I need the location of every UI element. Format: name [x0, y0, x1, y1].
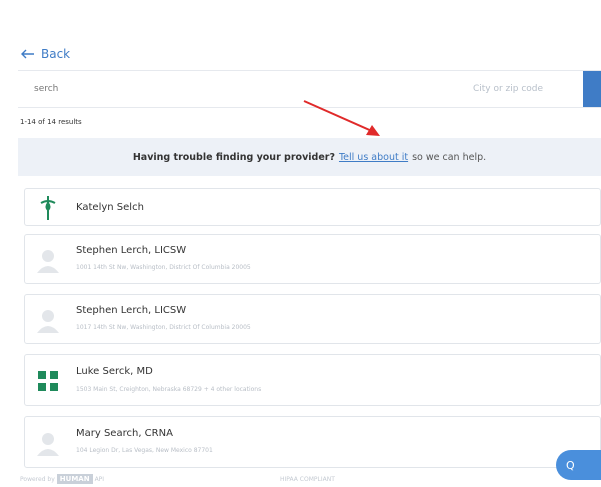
brand-suffix: API — [94, 475, 105, 483]
provider-card[interactable]: Luke Serck, MD 1503 Main St, Creighton, … — [24, 354, 601, 406]
person-avatar-icon — [35, 307, 61, 333]
powered-by-text: Powered by — [20, 475, 55, 483]
search-input[interactable] — [34, 80, 394, 98]
provider-address: 1503 Main St, Creighton, Nebraska 68729 … — [76, 386, 262, 393]
back-label: Back — [41, 47, 71, 61]
provider-address: 1017 14th St Nw, Washington, District Of… — [76, 324, 251, 331]
back-link[interactable]: Back — [20, 47, 70, 61]
green-clinic-logo-icon — [35, 368, 61, 394]
red-annotation-arrow — [303, 100, 380, 136]
green-cross-logo-icon — [35, 195, 61, 221]
chat-bubble-icon: Q — [566, 458, 575, 472]
provider-card[interactable]: Mary Search, CRNA 104 Legion Dr, Las Veg… — [24, 416, 601, 468]
provider-name: Stephen Lerch, LICSW — [76, 305, 187, 316]
results-count: 1-14 of 14 results — [20, 118, 82, 126]
brand-logo: HUMAN — [56, 474, 93, 484]
provider-name: Katelyn Selch — [76, 202, 144, 213]
chat-button[interactable]: Q — [556, 450, 601, 480]
banner-suffix: so we can help. — [412, 151, 487, 163]
banner-question: Having trouble finding your provider? — [132, 151, 335, 163]
person-avatar-icon — [35, 247, 61, 273]
search-button[interactable] — [583, 71, 601, 107]
trouble-banner: Having trouble finding your provider? Te… — [18, 138, 601, 176]
zip-input[interactable] — [438, 80, 578, 98]
provider-name: Luke Serck, MD — [76, 366, 153, 377]
person-avatar-icon — [35, 430, 61, 456]
provider-name: Mary Search, CRNA — [76, 428, 173, 439]
powered-by: Powered by HUMAN API — [20, 474, 104, 484]
provider-card[interactable]: Stephen Lerch, LICSW 1017 14th St Nw, Wa… — [24, 294, 601, 344]
provider-address: 104 Legion Dr, Las Vegas, New Mexico 877… — [76, 447, 213, 454]
hipaa-badge: HIPAA COMPLIANT — [280, 476, 335, 483]
provider-address: 1001 14th St Nw, Washington, District Of… — [76, 264, 251, 271]
provider-card[interactable]: Katelyn Selch — [24, 188, 601, 226]
tell-us-link[interactable]: Tell us about it — [339, 152, 408, 163]
provider-card[interactable]: Stephen Lerch, LICSW 1001 14th St Nw, Wa… — [24, 234, 601, 284]
provider-name: Stephen Lerch, LICSW — [76, 245, 187, 256]
arrow-left-icon — [21, 49, 34, 59]
